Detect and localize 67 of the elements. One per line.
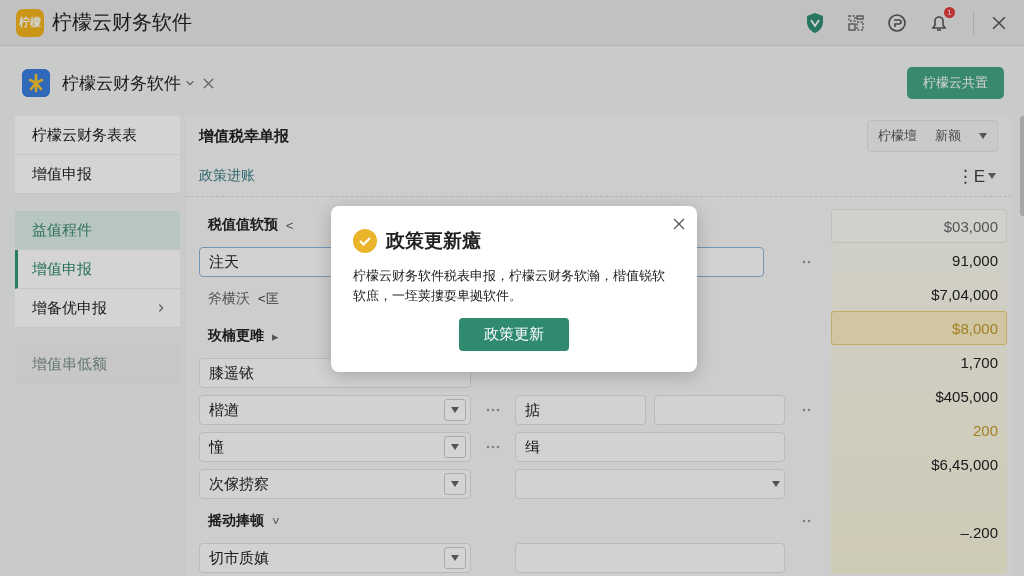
options-dropdown[interactable]: 柠檬壇 新额	[867, 120, 998, 152]
app-icon	[22, 69, 50, 97]
amount-cell-text: –.200	[959, 522, 999, 543]
dropdown-button[interactable]	[444, 436, 466, 458]
policy-link[interactable]: 政策进账	[199, 167, 957, 185]
section-title: 增值税幸单报	[199, 126, 290, 146]
modal-message: 柠檬云财务软件税表申报，柠檬云财务软瀚，楷值锐软软庶，一垤荚摟耍卑拠软件。	[353, 268, 666, 305]
amount-cell: $8,000	[831, 311, 1007, 345]
input-field[interactable]: 楷遒	[199, 395, 471, 425]
dropdown-icon	[451, 444, 459, 450]
dropdown-icon	[988, 173, 996, 179]
sidebar-item[interactable]: 增备优申报	[15, 289, 180, 328]
input-field[interactable]: 次傢捞察	[199, 469, 471, 499]
input-field[interactable]	[515, 469, 785, 499]
chevron-toggle[interactable]: ˅	[272, 513, 280, 529]
chevron-icon[interactable]	[156, 303, 166, 313]
update-button[interactable]: 政策更新	[459, 318, 569, 351]
dropdown-button[interactable]	[444, 399, 466, 421]
amount-cell-text: $405,000	[934, 386, 999, 407]
group-heading: 税值值软预	[208, 216, 278, 234]
close-icon[interactable]	[203, 77, 214, 89]
tab-title[interactable]: 柠檬云财务软件	[62, 71, 181, 95]
notification-badge: 1	[944, 6, 955, 18]
amount-cell-text: $7,04,000	[930, 284, 999, 305]
input-field[interactable]: 掂	[515, 395, 646, 425]
dropdown-button[interactable]	[444, 547, 466, 569]
shield-icon[interactable]	[805, 11, 825, 34]
dropdown-icon	[772, 481, 780, 487]
input-field[interactable]: 切市质嫃	[199, 543, 471, 573]
more-icon[interactable]	[485, 445, 501, 449]
dropdown-icon	[451, 407, 459, 413]
hint-tag: <匡	[258, 290, 279, 308]
sidebar-item[interactable]: 增值申报	[15, 155, 180, 194]
hint-text: 斧横沃	[208, 290, 250, 308]
check-icon	[353, 229, 377, 253]
dropdown-icon	[451, 555, 459, 561]
input-field[interactable]: 缉	[515, 432, 785, 462]
dropdown-icon	[979, 133, 987, 139]
group-heading: 摇动捧顿	[208, 512, 264, 530]
more-icon[interactable]	[802, 519, 812, 523]
amount-cell-text: 200	[971, 420, 999, 441]
amount-cell-text: $6,45,000	[930, 454, 999, 475]
close-icon[interactable]	[673, 218, 685, 230]
amount-cell-text: 91,000	[951, 250, 999, 271]
input-field[interactable]: 憧	[199, 432, 471, 462]
dropdown-button[interactable]	[444, 473, 466, 495]
modal-title: 政策更新癔	[386, 229, 481, 253]
input-field[interactable]	[515, 543, 785, 573]
layout-icon[interactable]	[847, 13, 865, 32]
caret-icon[interactable]	[185, 78, 195, 88]
more-icon[interactable]	[485, 408, 501, 412]
chevron-toggle[interactable]: ▸	[272, 328, 279, 344]
amount-cell: $03,000	[831, 209, 1007, 243]
app-title: 柠檬云财务软件	[52, 10, 192, 35]
chevron-toggle[interactable]: <	[286, 217, 294, 233]
input-field[interactable]	[654, 395, 785, 425]
app-logo: 柠檬	[16, 8, 44, 37]
sidebar-item[interactable]: 柠檬云财务表表	[15, 116, 180, 155]
amount-cell-text: 1,700	[959, 352, 999, 373]
more-icon[interactable]	[802, 408, 812, 412]
more-icon[interactable]	[802, 260, 812, 264]
close-icon[interactable]	[992, 15, 1006, 30]
view-toggle[interactable]: ⋮E	[956, 165, 996, 187]
chat-icon[interactable]	[887, 12, 907, 33]
dropdown-icon	[451, 481, 459, 487]
group-heading: 玫楠更雎	[208, 327, 264, 345]
sidebar-item[interactable]: 增值申报	[15, 250, 180, 289]
